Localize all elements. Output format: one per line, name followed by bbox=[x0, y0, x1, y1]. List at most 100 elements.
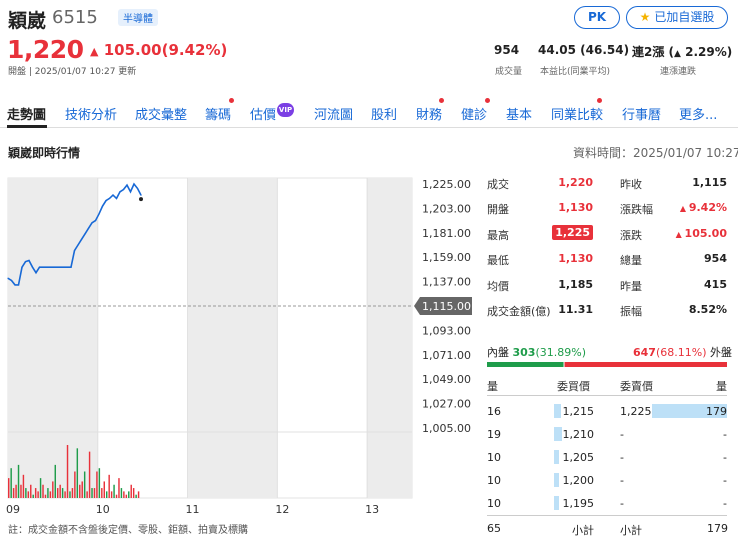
tab-river[interactable]: 河流圖 bbox=[314, 104, 353, 123]
price-point bbox=[126, 184, 128, 186]
quote-value-text: 415 bbox=[704, 278, 727, 291]
volume-bar bbox=[101, 488, 103, 498]
price-point bbox=[56, 266, 58, 268]
inout-ratio-bar bbox=[487, 362, 727, 367]
current-price: 1,220 bbox=[7, 35, 84, 64]
tab-peer[interactable]: 同業比較 bbox=[551, 104, 603, 123]
quote-value: 415 bbox=[650, 278, 727, 291]
y-tick-label: 1,159.00 bbox=[422, 251, 471, 264]
volume-bar bbox=[106, 491, 108, 498]
volume-bar bbox=[20, 484, 22, 498]
price-point bbox=[112, 194, 114, 196]
y-tick-label: 1,049.00 bbox=[422, 373, 471, 386]
tab-dividend[interactable]: 股利 bbox=[371, 104, 397, 123]
ob-head-bid-qty: 量 bbox=[487, 380, 498, 393]
volume-bar bbox=[120, 488, 123, 498]
tab-financial[interactable]: 財務 bbox=[416, 104, 442, 123]
price-point bbox=[98, 213, 100, 215]
price-point bbox=[91, 222, 93, 224]
outer-value: 647 bbox=[633, 346, 656, 359]
tab-chips[interactable]: 籌碼 bbox=[205, 104, 231, 123]
x-tick-label: 11 bbox=[186, 503, 200, 516]
data-time: 資料時間：2025/01/07 10:27 bbox=[573, 146, 738, 160]
price-point bbox=[94, 220, 97, 222]
watchlist-button[interactable]: ★ 已加自選股 bbox=[626, 6, 728, 29]
y-tick-label: 1,005.00 bbox=[422, 422, 471, 435]
volume-bar bbox=[39, 478, 42, 498]
tab-more[interactable]: 更多... bbox=[679, 104, 717, 123]
price-point bbox=[136, 187, 139, 190]
price-point bbox=[14, 284, 16, 286]
x-tick-label: 09 bbox=[6, 503, 20, 516]
intraday-chart[interactable]: 1,115.00 1,225.00 1,203.00 1,181.00 1,159.0… bbox=[0, 170, 480, 520]
tab-health[interactable]: 健診 bbox=[461, 104, 487, 123]
volume-bar bbox=[37, 491, 39, 498]
y-tick-label: 1,137.00 bbox=[422, 276, 471, 289]
tab-technical[interactable]: 技術分析 bbox=[65, 104, 117, 123]
last-price-dot bbox=[139, 197, 143, 202]
price-point bbox=[70, 266, 72, 268]
quote-label: 總量 bbox=[620, 254, 642, 267]
ask-qty: - bbox=[723, 474, 727, 487]
header-streak-label: 連漲連跌 bbox=[660, 67, 697, 77]
price-point bbox=[66, 266, 69, 268]
header-pe: 44.05 (46.54) bbox=[538, 43, 630, 57]
volume-bar bbox=[49, 491, 52, 498]
tab-valuation[interactable]: 估價 bbox=[250, 104, 276, 123]
quote-value: ▲ 105.00 bbox=[650, 227, 727, 240]
inner-volume: 內盤 303(31.89%) bbox=[487, 344, 586, 360]
volume-bar bbox=[66, 445, 69, 498]
header-volume: 954 bbox=[494, 43, 520, 57]
quote-value: 8.52% bbox=[650, 303, 727, 316]
price-point bbox=[45, 266, 48, 268]
pk-button[interactable]: PK bbox=[574, 6, 620, 29]
hour-band bbox=[187, 178, 278, 498]
bid-depth-bar bbox=[554, 450, 559, 464]
ob-head-ask-price: 委賣價 bbox=[620, 380, 653, 393]
volume-bar bbox=[128, 491, 130, 498]
tab-calendar[interactable]: 行事曆 bbox=[622, 104, 661, 123]
volume-bar bbox=[32, 494, 34, 498]
volume-bar bbox=[22, 474, 25, 498]
price-point bbox=[115, 197, 118, 200]
ask-total: 179 bbox=[707, 522, 728, 535]
vip-badge: VIP bbox=[277, 103, 294, 117]
ask-subtotal-label: 小計 bbox=[620, 524, 642, 537]
volume-bar bbox=[132, 488, 135, 498]
volume-bar bbox=[71, 488, 74, 498]
sector-badge[interactable]: 半導體 bbox=[118, 9, 158, 26]
bid-price: 1,200 bbox=[562, 474, 595, 487]
streak-text: 連2漲 bbox=[632, 45, 665, 59]
volume-bar bbox=[57, 488, 59, 498]
notification-dot bbox=[439, 98, 444, 103]
up-arrow-icon: ▲ bbox=[679, 204, 689, 213]
price-point bbox=[84, 233, 86, 235]
quote-value-text: 8.52% bbox=[688, 303, 727, 316]
volume-bar bbox=[113, 484, 115, 498]
tab-trend[interactable]: 走勢圖 bbox=[7, 104, 46, 123]
volume-bar bbox=[88, 451, 91, 498]
price-point bbox=[17, 284, 20, 286]
notification-dot bbox=[597, 98, 602, 103]
change-value: 105.00 bbox=[103, 41, 162, 59]
quote-value-text: 1,115 bbox=[692, 176, 727, 189]
bid-qty: 16 bbox=[487, 405, 501, 418]
inner-pct: (31.89%) bbox=[535, 346, 586, 359]
quote-value: 1,130 bbox=[558, 201, 593, 214]
volume-bar bbox=[30, 484, 32, 498]
tab-trades[interactable]: 成交彙整 bbox=[135, 104, 187, 123]
tab-basic[interactable]: 基本 bbox=[506, 104, 532, 123]
price-point bbox=[73, 249, 76, 252]
y-tick-label: 1,093.00 bbox=[422, 324, 471, 337]
price-point bbox=[21, 266, 23, 268]
price-point bbox=[59, 266, 62, 268]
ask-price: - bbox=[620, 497, 624, 510]
volume-bar bbox=[123, 491, 125, 498]
ask-qty: - bbox=[723, 497, 727, 510]
notification-dot bbox=[485, 98, 490, 103]
quote-label: 漲跌 bbox=[620, 229, 642, 242]
up-arrow-icon: ▲ bbox=[90, 45, 99, 58]
price-point bbox=[52, 266, 55, 268]
price-point bbox=[28, 259, 30, 262]
ask-qty: - bbox=[723, 451, 727, 464]
